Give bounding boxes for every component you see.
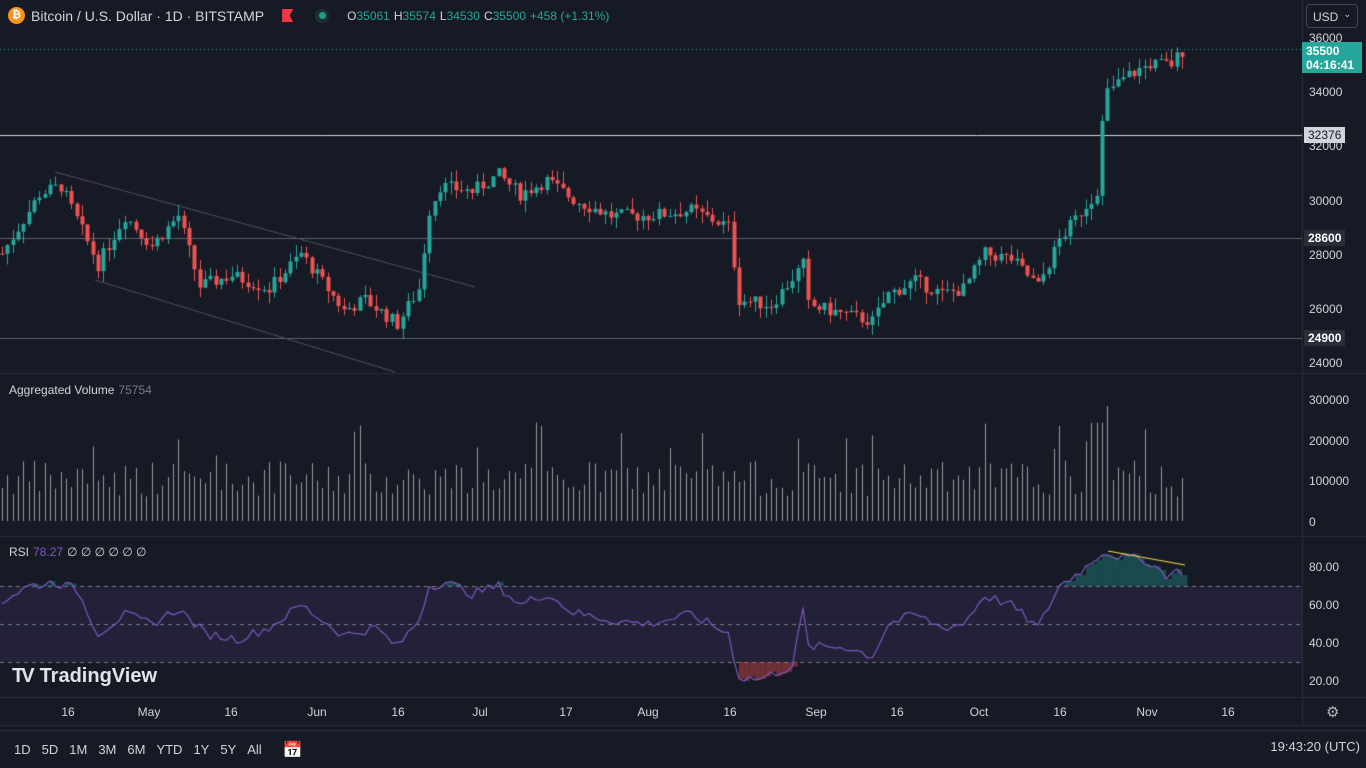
time-tick: 16: [391, 705, 405, 719]
time-tick: 16: [224, 705, 238, 719]
range-6m[interactable]: 6M: [127, 742, 145, 757]
symbol-title[interactable]: Bitcoin / U.S. Dollar · 1D · BITSTAMP: [31, 8, 264, 24]
volume-tick: 300000: [1309, 393, 1350, 407]
time-tick: Jun: [307, 705, 327, 719]
time-tick: Jul: [472, 705, 488, 719]
time-tick: 16: [1053, 705, 1067, 719]
bitcoin-icon: ₿: [8, 7, 25, 24]
range-5y[interactable]: 5Y: [220, 742, 236, 757]
rsi-legend[interactable]: RSI 78.27 ∅ ∅ ∅ ∅ ∅ ∅: [9, 545, 146, 559]
price-tick: 34000: [1309, 85, 1343, 100]
ohlc-values: O35061 H35574 L34530 C35500 +458 (+1.31%…: [347, 8, 610, 23]
currency-select[interactable]: USD ⌄: [1306, 4, 1358, 28]
chevron-down-icon: ⌄: [1343, 9, 1351, 19]
time-tick: May: [137, 705, 161, 719]
price-tick: 24000: [1309, 356, 1343, 371]
volume-tick: 200000: [1309, 433, 1350, 448]
symbol-header: ₿ Bitcoin / U.S. Dollar · 1D · BITSTAMP …: [8, 7, 609, 24]
bottom-toolbar: 1D 5D 1M 3M 6M YTD 1Y 5Y All 📅 19:43:20 (UTC): [0, 730, 1366, 768]
range-ytd[interactable]: YTD: [156, 742, 182, 757]
level-label: 28600: [1304, 230, 1346, 246]
range-1y[interactable]: 1Y: [193, 742, 209, 757]
last-price-tag: 35500 04:16:41: [1302, 42, 1362, 73]
time-tick: 16: [61, 705, 75, 719]
volume-tick: 100000: [1309, 474, 1350, 488]
range-1m[interactable]: 1M: [69, 742, 87, 757]
volume-tick: 0: [1309, 514, 1316, 529]
rsi-tick: 60.00: [1309, 598, 1340, 612]
flag-icon[interactable]: [282, 9, 294, 22]
range-all[interactable]: All: [247, 742, 261, 757]
price-chart-canvas[interactable]: [0, 0, 1366, 730]
clock[interactable]: 19:43:20 (UTC): [1270, 739, 1360, 754]
volume-legend[interactable]: Aggregated Volume 75754: [9, 383, 152, 397]
time-tick: Aug: [637, 705, 659, 719]
rsi-tick: 20.00: [1309, 674, 1340, 688]
time-tick: 16: [1221, 705, 1235, 719]
time-tick: Sep: [805, 705, 827, 719]
level-label: 32376: [1304, 127, 1346, 143]
time-tick: 16: [723, 705, 737, 719]
range-3m[interactable]: 3M: [98, 742, 116, 757]
calendar-icon[interactable]: 📅: [283, 740, 303, 760]
market-status-icon[interactable]: [315, 8, 330, 23]
range-1d[interactable]: 1D: [14, 742, 31, 757]
time-tick: 16: [890, 705, 904, 719]
level-label: 24900: [1304, 330, 1346, 346]
rsi-tick: 80.00: [1309, 560, 1340, 574]
price-tick: 30000: [1309, 193, 1343, 208]
price-tick: 26000: [1309, 302, 1343, 316]
range-5d[interactable]: 5D: [42, 742, 59, 757]
time-tick: Oct: [969, 705, 989, 719]
rsi-tick: 40.00: [1309, 636, 1340, 650]
tradingview-logo[interactable]: TV TradingView: [12, 665, 157, 688]
gear-icon[interactable]: ⚙: [1326, 703, 1339, 721]
price-tick: 28000: [1309, 247, 1343, 262]
time-tick: Nov: [1136, 705, 1158, 719]
time-tick: 17: [559, 705, 573, 719]
